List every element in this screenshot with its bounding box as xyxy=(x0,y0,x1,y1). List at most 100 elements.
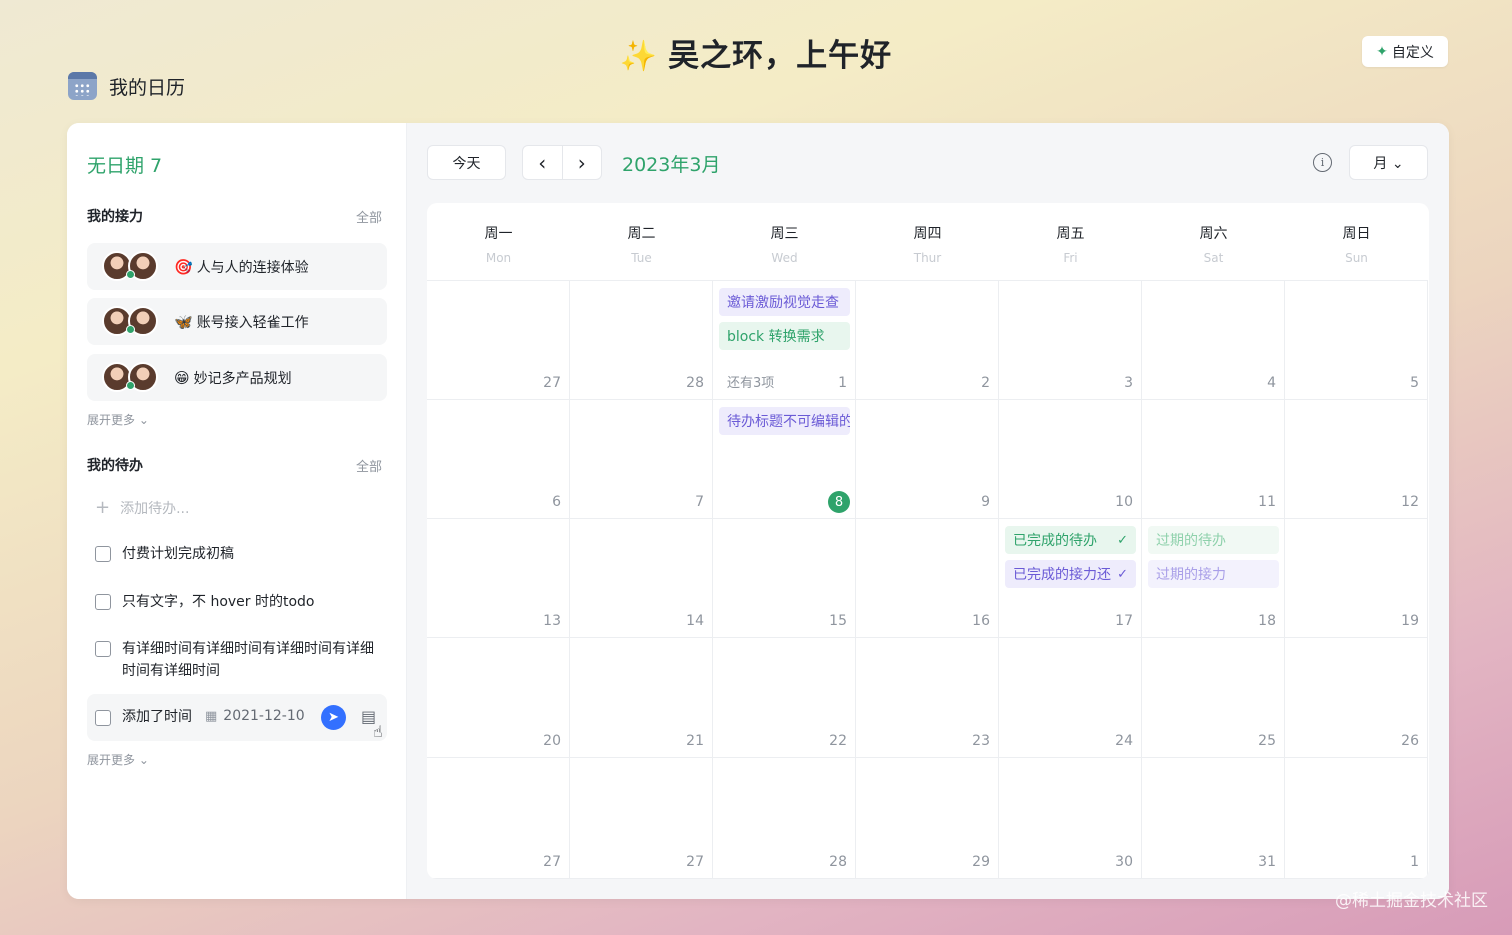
todo-checkbox[interactable] xyxy=(95,546,111,562)
day-cell[interactable]: 26 xyxy=(1285,638,1428,758)
day-cell[interactable]: 8 待办标题不可编辑的 xyxy=(713,400,856,519)
todo-expand-more[interactable]: 展开更多 ⌄ xyxy=(87,751,149,768)
todo-item: 只有文字，不 hover 时的todo xyxy=(95,591,386,613)
relay-arrow-icon xyxy=(126,380,135,390)
todo-checkbox[interactable] xyxy=(95,641,111,657)
calendar-event[interactable]: 过期的待办 xyxy=(1148,526,1279,554)
todo-checkbox[interactable] xyxy=(95,594,111,610)
info-icon[interactable]: i xyxy=(1313,153,1332,172)
day-cell[interactable]: 21 xyxy=(570,638,713,758)
day-cell[interactable]: 29 xyxy=(856,758,999,879)
day-number: 7 xyxy=(695,494,704,510)
calendar-event[interactable]: block 转换需求 xyxy=(719,322,850,350)
todo-label[interactable]: 有详细时间有详细时间有详细时间有详细时间有详细时间 xyxy=(122,638,378,682)
more-events-link[interactable]: 还有3项 xyxy=(727,372,774,391)
day-cell[interactable]: 18 过期的待办 过期的接力 xyxy=(1142,519,1285,638)
todo-label[interactable]: 添加了时间 xyxy=(122,706,192,726)
day-cell[interactable]: 20 xyxy=(427,638,570,758)
day-cell[interactable]: 1 xyxy=(1285,758,1428,879)
day-cell[interactable]: 31 xyxy=(1142,758,1285,879)
weekday-zh: 周日 xyxy=(1342,226,1371,242)
day-number: 8 xyxy=(828,491,850,513)
day-cell[interactable]: 19 xyxy=(1285,519,1428,638)
todo-all-link[interactable]: 全部 xyxy=(356,456,382,475)
calendar-event[interactable]: 邀请激励视觉走查 xyxy=(719,288,850,316)
day-cell[interactable]: 9 xyxy=(856,400,999,519)
relay-all-link[interactable]: 全部 xyxy=(356,207,382,226)
day-cell[interactable]: 25 xyxy=(1142,638,1285,758)
day-cell[interactable]: 3 xyxy=(999,281,1142,400)
day-cell[interactable]: 23 xyxy=(856,638,999,758)
relay-arrow-icon xyxy=(126,324,135,334)
add-todo-input[interactable]: + 添加待办... xyxy=(95,497,189,518)
calendar-event[interactable]: 已完成的待办 ✓ xyxy=(1005,526,1136,554)
relay-item[interactable]: 😁 妙记多产品规划 xyxy=(87,354,387,401)
day-cell[interactable]: 22 xyxy=(713,638,856,758)
prev-month-button[interactable]: ‹ xyxy=(523,146,563,179)
day-cell[interactable]: 4 xyxy=(1142,281,1285,400)
day-cell[interactable]: 27 xyxy=(427,758,570,879)
today-button[interactable]: 今天 xyxy=(427,145,506,180)
calendar-event[interactable]: 已完成的接力还 ✓ xyxy=(1005,560,1136,588)
day-cell[interactable]: 17 已完成的待办 ✓ 已完成的接力还 ✓ xyxy=(999,519,1142,638)
day-cell[interactable]: 7 xyxy=(570,400,713,519)
view-select[interactable]: 月 ⌄ xyxy=(1349,145,1428,180)
day-number: 20 xyxy=(543,733,561,749)
weekday-header: 周六 Sat xyxy=(1142,203,1285,281)
day-number: 1 xyxy=(838,375,847,391)
next-month-button[interactable]: › xyxy=(563,146,602,179)
day-number: 28 xyxy=(829,854,847,870)
day-cell[interactable]: 28 xyxy=(570,281,713,400)
day-cell[interactable]: 16 xyxy=(856,519,999,638)
month-grid: 周一 Mon 周二 Tue 周三 Wed 周四 Thur 周五 Fri 周六 Sat 周日 Sun 27 28… xyxy=(427,203,1429,879)
customize-button[interactable]: ✦ 自定义 xyxy=(1362,36,1448,67)
day-cell[interactable]: 30 xyxy=(999,758,1142,879)
day-cell[interactable]: 13 xyxy=(427,519,570,638)
day-number: 31 xyxy=(1258,854,1276,870)
todo-item-hovered[interactable]: 添加了时间 ▦ 2021-12-10 ➤ ▤ ☝ xyxy=(87,694,387,741)
relay-item[interactable]: 🦋 账号接入轻雀工作 xyxy=(87,298,387,345)
calendar-event[interactable]: 过期的接力 xyxy=(1148,560,1279,588)
day-cell[interactable]: 15 xyxy=(713,519,856,638)
send-relay-button[interactable]: ➤ xyxy=(321,705,346,730)
day-number: 30 xyxy=(1115,854,1133,870)
relay-arrow-icon xyxy=(126,269,135,279)
relay-expand-more[interactable]: 展开更多 ⌄ xyxy=(87,411,149,428)
day-cell[interactable]: 27 xyxy=(427,281,570,400)
relay-item[interactable]: 🎯 人与人的连接体验 xyxy=(87,243,387,290)
todo-checkbox[interactable] xyxy=(95,709,111,726)
relay-item-content: 😁 妙记多产品规划 xyxy=(174,368,292,388)
day-number: 26 xyxy=(1401,733,1419,749)
avatar-group xyxy=(102,361,160,394)
day-cell[interactable]: 28 xyxy=(713,758,856,879)
day-number: 27 xyxy=(543,375,561,391)
day-cell[interactable]: 10 xyxy=(999,400,1142,519)
day-cell[interactable]: 27 xyxy=(570,758,713,879)
weekday-header: 周日 Sun xyxy=(1285,203,1428,281)
day-cell[interactable]: 14 xyxy=(570,519,713,638)
weekday-en: Thur xyxy=(913,251,942,265)
no-date-title[interactable]: 无日期 7 xyxy=(87,151,162,178)
weekday-zh: 周六 xyxy=(1199,226,1228,242)
day-cell[interactable]: 24 xyxy=(999,638,1142,758)
todo-label[interactable]: 只有文字，不 hover 时的todo xyxy=(122,591,315,613)
calendar-event[interactable]: 待办标题不可编辑的 xyxy=(719,407,850,435)
day-cell[interactable]: 5 xyxy=(1285,281,1428,400)
target-emoji-icon: 🎯 xyxy=(174,257,193,276)
event-label: 已完成的待办 xyxy=(1013,533,1097,549)
day-number: 25 xyxy=(1258,733,1276,749)
todo-section-title: 我的待办 xyxy=(87,458,143,474)
weekday-en: Fri xyxy=(1063,251,1078,265)
relay-section-header: 我的接力 全部 xyxy=(87,206,382,226)
todo-date[interactable]: ▦ 2021-12-10 xyxy=(205,708,305,724)
todo-label[interactable]: 付费计划完成初稿 xyxy=(122,543,234,565)
relay-section-title: 我的接力 xyxy=(87,209,143,225)
weekday-en: Wed xyxy=(771,251,798,265)
day-cell[interactable]: 1 还有3项 邀请激励视觉走查 block 转换需求 xyxy=(713,281,856,400)
day-cell[interactable]: 11 xyxy=(1142,400,1285,519)
day-number: 14 xyxy=(686,613,704,629)
day-cell[interactable]: 2 xyxy=(856,281,999,400)
day-cell[interactable]: 12 xyxy=(1285,400,1428,519)
day-cell[interactable]: 6 xyxy=(427,400,570,519)
weekday-header: 周四 Thur xyxy=(856,203,999,281)
